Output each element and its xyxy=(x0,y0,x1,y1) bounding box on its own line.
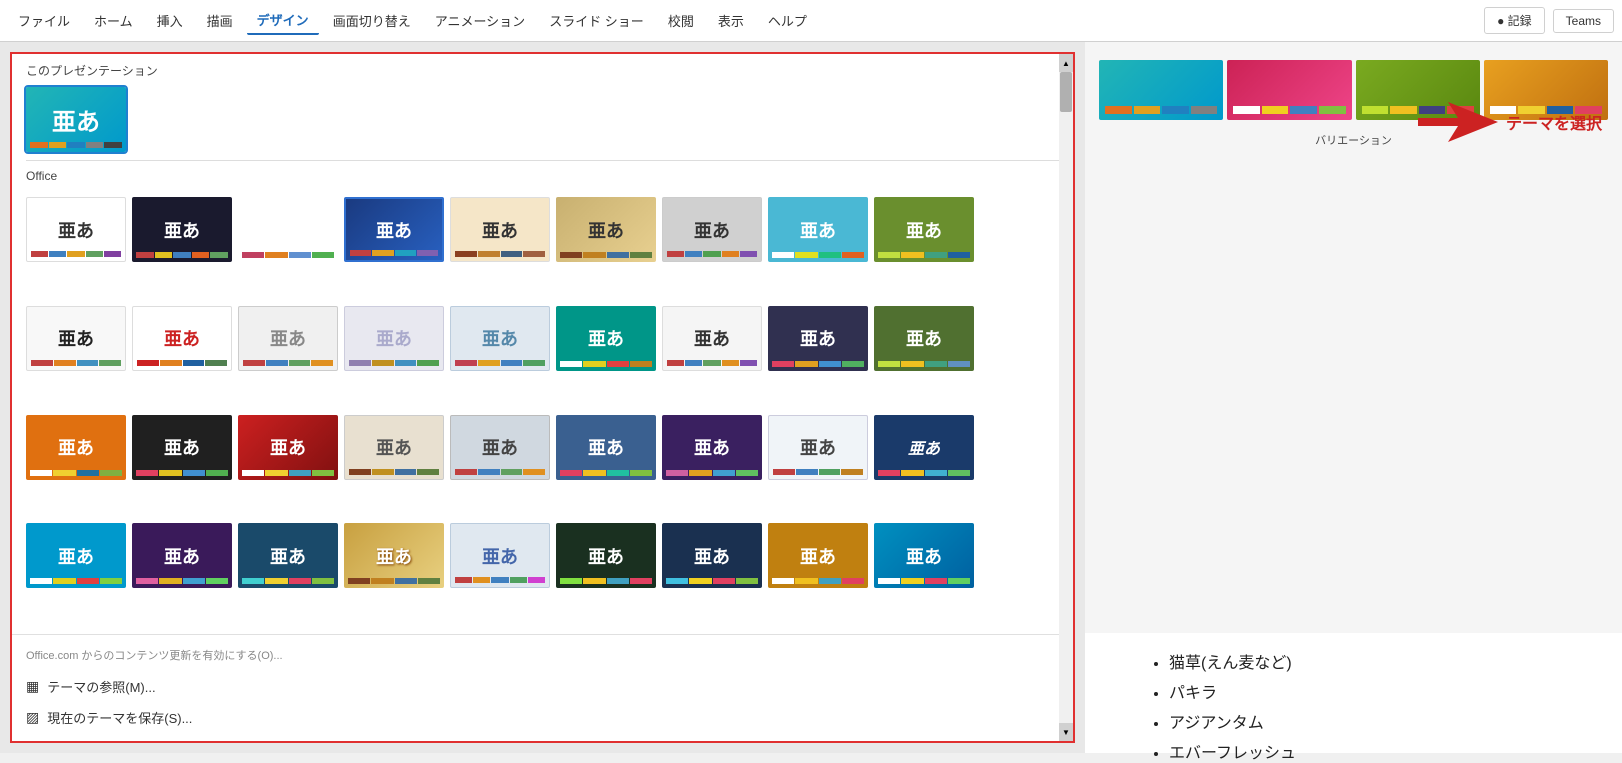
theme-thumb-25[interactable]: 亜あ xyxy=(662,415,762,480)
theme-thumb-27[interactable]: 亜あ xyxy=(874,415,974,480)
variation-1[interactable] xyxy=(1099,60,1223,120)
save-theme-item[interactable]: ▨ 現在のテーマを保存(S)... xyxy=(26,702,1059,733)
save-label: 現在のテーマを保存(S)... xyxy=(47,708,192,727)
main-area: このプレゼンテーション 亜あ Office 亜あ xyxy=(0,42,1622,753)
theme-thumb-3[interactable]: 亜あ xyxy=(238,197,338,262)
theme-thumb-10[interactable]: 亜あ xyxy=(26,306,126,371)
themes-grid: 亜あ 亜あ 亜あ xyxy=(12,193,1073,634)
menu-design[interactable]: デザイン xyxy=(247,6,319,35)
bullet-1: 猫草(えん麦など) xyxy=(1169,649,1562,673)
annotation: テーマを選択 xyxy=(1418,102,1602,142)
theme-thumb-4[interactable]: 亜あ xyxy=(344,197,444,262)
theme-thumb-19[interactable]: 亜あ xyxy=(26,415,126,480)
menu-help[interactable]: ヘルプ xyxy=(758,7,817,34)
menu-home[interactable]: ホーム xyxy=(84,7,143,34)
theme-thumb-22[interactable]: 亜あ xyxy=(344,415,444,480)
theme-thumb-36[interactable]: 亜あ xyxy=(874,523,974,588)
theme-thumb-26[interactable]: 亜あ xyxy=(768,415,868,480)
theme-thumb-33[interactable]: 亜あ xyxy=(556,523,656,588)
menu-animations[interactable]: アニメーション xyxy=(425,7,535,34)
theme-thumb-24[interactable]: 亜あ xyxy=(556,415,656,480)
browse-icon: ▦ xyxy=(26,678,39,695)
menu-bar: ファイル ホーム 挿入 描画 デザイン 画面切り替え アニメーション スライド … xyxy=(0,0,1622,42)
theme-thumb-34[interactable]: 亜あ xyxy=(662,523,762,588)
theme-thumb-31[interactable]: 亜あ xyxy=(344,523,444,588)
scroll-track[interactable] xyxy=(1059,72,1073,723)
theme-thumb-17[interactable]: 亜あ xyxy=(768,306,868,371)
theme-thumb-14[interactable]: 亜あ xyxy=(450,306,550,371)
arrow-icon xyxy=(1418,102,1498,142)
theme-thumb-32[interactable]: 亜あ xyxy=(450,523,550,588)
bottom-actions: Office.com からのコンテンツ更新を有効にする(O)... ▦ テーマの… xyxy=(12,634,1073,741)
slide-content-area: 猫草(えん麦など) パキラ アジアンタム エバーフレッシュ xyxy=(1085,633,1622,753)
theme-thumb-11[interactable]: 亜あ xyxy=(132,306,232,371)
scroll-down-btn[interactable]: ▼ xyxy=(1059,723,1073,741)
theme-thumb-5[interactable]: 亜あ xyxy=(450,197,550,262)
theme-thumb-23[interactable]: 亜あ xyxy=(450,415,550,480)
theme-thumb-15[interactable]: 亜あ xyxy=(556,306,656,371)
theme-thumb-1[interactable]: 亜あ xyxy=(26,197,126,262)
theme-thumb-16[interactable]: 亜あ xyxy=(662,306,762,371)
office-note: Office.com からのコンテンツ更新を有効にする(O)... xyxy=(26,643,1059,671)
browse-label: テーマの参照(M)... xyxy=(47,677,155,696)
scroll-thumb[interactable] xyxy=(1060,72,1072,112)
current-theme-label: 亜あ xyxy=(52,102,100,137)
scrollbar[interactable]: ▲ ▼ xyxy=(1059,54,1073,741)
theme-thumb-21[interactable]: 亜あ xyxy=(238,415,338,480)
right-panel: バリエーション テーマを選択 猫草(えん麦など) パキラ アジアンタム エバーフ… xyxy=(1085,42,1622,753)
teams-button[interactable]: Teams xyxy=(1553,9,1614,33)
menu-review[interactable]: 校閲 xyxy=(658,7,704,34)
annotation-text: テーマを選択 xyxy=(1506,110,1602,134)
bullet-4: エバーフレッシュ xyxy=(1169,739,1562,763)
theme-thumb-20[interactable]: 亜あ xyxy=(132,415,232,480)
office-section: Office xyxy=(12,161,1073,193)
theme-thumb-35[interactable]: 亜あ xyxy=(768,523,868,588)
menu-items: ファイル ホーム 挿入 描画 デザイン 画面切り替え アニメーション スライド … xyxy=(8,6,817,35)
menu-right: ● 記録 Teams xyxy=(1484,7,1614,34)
browse-themes-item[interactable]: ▦ テーマの参照(M)... xyxy=(26,671,1059,702)
theme-thumb-2[interactable]: 亜あ xyxy=(132,197,232,262)
menu-view[interactable]: 表示 xyxy=(708,7,754,34)
bullet-2: パキラ xyxy=(1169,679,1562,703)
menu-slideshow[interactable]: スライド ショー xyxy=(539,7,654,34)
theme-dropdown-panel: このプレゼンテーション 亜あ Office 亜あ xyxy=(10,52,1075,743)
theme-thumb-30[interactable]: 亜あ xyxy=(238,523,338,588)
record-button[interactable]: ● 記録 xyxy=(1484,7,1545,34)
save-icon: ▨ xyxy=(26,709,39,726)
current-section-title: このプレゼンテーション xyxy=(12,54,1073,83)
menu-insert[interactable]: 挿入 xyxy=(147,7,193,34)
menu-file[interactable]: ファイル xyxy=(8,7,80,34)
theme-thumb-28[interactable]: 亜あ xyxy=(26,523,126,588)
theme-thumb-8[interactable]: 亜あ xyxy=(768,197,868,262)
theme-thumb-9[interactable]: 亜あ xyxy=(874,197,974,262)
scroll-up-btn[interactable]: ▲ xyxy=(1059,54,1073,72)
office-label: Office xyxy=(26,169,1059,183)
current-theme-area: 亜あ xyxy=(12,83,1073,160)
current-theme-colorbar xyxy=(26,142,126,148)
theme-thumb-12[interactable]: 亜あ xyxy=(238,306,338,371)
theme-thumb-13[interactable]: 亜あ xyxy=(344,306,444,371)
menu-transitions[interactable]: 画面切り替え xyxy=(323,7,421,34)
current-theme-thumb[interactable]: 亜あ xyxy=(26,87,126,152)
menu-draw[interactable]: 描画 xyxy=(197,7,243,34)
theme-thumb-18[interactable]: 亜あ xyxy=(874,306,974,371)
theme-thumb-6[interactable]: 亜あ xyxy=(556,197,656,262)
bullet-list: 猫草(えん麦など) パキラ アジアンタム エバーフレッシュ xyxy=(1145,649,1562,763)
variation-2[interactable] xyxy=(1227,60,1351,120)
bullet-3: アジアンタム xyxy=(1169,709,1562,733)
theme-thumb-29[interactable]: 亜あ xyxy=(132,523,232,588)
theme-thumb-7[interactable]: 亜あ xyxy=(662,197,762,262)
